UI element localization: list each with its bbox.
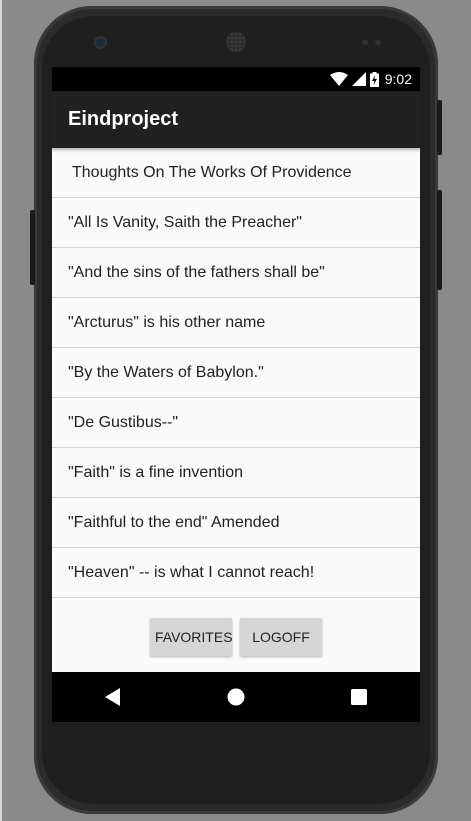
home-button[interactable] [206, 677, 266, 717]
button-row: FAVORITES LOGOFF [52, 598, 420, 656]
favorites-button[interactable]: FAVORITES [150, 618, 233, 656]
side-button [437, 190, 442, 290]
list-item[interactable]: "Faithful to the end" Amended [52, 498, 420, 548]
recents-button[interactable] [329, 677, 389, 717]
home-icon [227, 688, 245, 706]
sensor-icon [375, 40, 381, 45]
list-item[interactable]: "All Is Vanity, Saith the Preacher" [52, 198, 420, 248]
back-icon [105, 688, 121, 706]
signal-icon [351, 72, 366, 86]
back-button[interactable] [83, 677, 143, 717]
list-item[interactable]: Thoughts On The Works Of Providence [52, 148, 420, 198]
logoff-button[interactable]: LOGOFF [240, 618, 322, 656]
front-camera-icon [96, 38, 105, 47]
status-bar: 9:02 [52, 67, 420, 91]
volume-button [30, 210, 35, 285]
list-item[interactable]: "And the sins of the fathers shall be" [52, 248, 420, 298]
background-edge [0, 0, 2, 821]
device-screen: 9:02 Eindproject Thoughts On The Works O… [52, 67, 420, 722]
list-item[interactable]: "De Gustibus--" [52, 398, 420, 448]
app-bar: Eindproject [52, 91, 420, 148]
poem-list: Thoughts On The Works Of Providence "All… [52, 148, 420, 598]
navigation-bar [52, 672, 420, 722]
list-item[interactable]: "Heaven" -- is what I cannot reach! [52, 548, 420, 598]
power-button [437, 100, 442, 155]
status-time: 9:02 [384, 71, 412, 87]
list-item[interactable]: "Arcturus" is his other name [52, 298, 420, 348]
speaker-grille [226, 32, 246, 52]
list-item[interactable]: "Faith" is a fine invention [52, 448, 420, 498]
app-title: Eindproject [68, 108, 179, 130]
list-item[interactable]: "By the Waters of Babylon." [52, 348, 420, 398]
wifi-icon [329, 72, 348, 86]
sensor-icon [362, 40, 368, 45]
status-icons [329, 71, 379, 87]
recents-icon [350, 689, 367, 705]
battery-charging-icon [369, 71, 379, 87]
